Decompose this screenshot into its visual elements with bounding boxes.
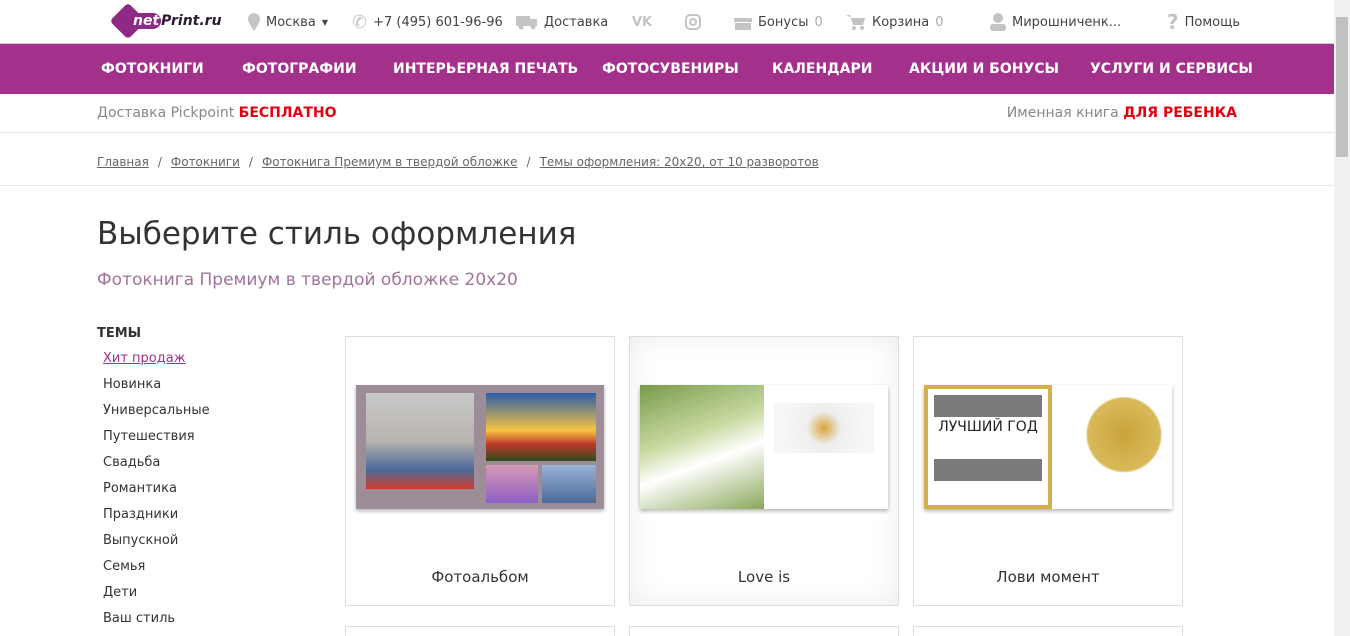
scrollbar[interactable]	[1334, 0, 1350, 636]
breadcrumb-themes[interactable]: Темы оформления: 20х20, от 10 разворотов	[540, 155, 819, 169]
scrollbar-thumb[interactable]	[1336, 17, 1348, 157]
theme-item[interactable]: Дети	[103, 584, 210, 610]
theme-item[interactable]: Универсальные	[103, 402, 210, 428]
theme-item[interactable]: Ваш стиль	[103, 610, 210, 628]
promo-delivery[interactable]: Доставка Pickpoint БЕСПЛАТНО	[97, 105, 337, 121]
logo[interactable]: net Print.ru	[109, 2, 222, 40]
design-preview	[356, 385, 604, 509]
design-card[interactable]: Фотоальбом	[345, 336, 615, 606]
nav-promotions[interactable]: АКЦИИ И БОНУСЫ	[909, 61, 1059, 77]
theme-item[interactable]: Свадьба	[103, 454, 210, 480]
nav-interior-print[interactable]: ИНТЕРЬЕРНАЯ ПЕЧАТЬ	[393, 61, 578, 77]
nav-calendars[interactable]: КАЛЕНДАРИ	[772, 61, 872, 77]
theme-item[interactable]: Романтика	[103, 480, 210, 506]
nav-photos[interactable]: ФОТОГРАФИИ	[242, 61, 357, 77]
design-card[interactable]	[345, 626, 615, 636]
theme-item[interactable]: Семья	[103, 558, 210, 584]
cart-link[interactable]: Корзина 0	[846, 0, 944, 44]
breadcrumb-photobooks[interactable]: Фотокниги	[171, 155, 240, 169]
nav-services[interactable]: УСЛУГИ И СЕРВИСЫ	[1090, 61, 1253, 77]
gift-icon	[734, 14, 752, 30]
instagram-icon[interactable]	[685, 0, 701, 44]
bonuses-link[interactable]: Бонусы 0	[734, 0, 823, 44]
design-name: Love is	[737, 568, 791, 586]
breadcrumb-premium[interactable]: Фотокнига Премиум в твердой обложке	[262, 155, 518, 169]
design-name: Лови момент	[996, 568, 1100, 586]
help-link[interactable]: ? Помощь	[1167, 0, 1240, 44]
location-pin-icon	[248, 13, 260, 31]
design-card[interactable]	[629, 626, 899, 636]
design-preview: ЛУЧШИЙ ГОД	[924, 385, 1172, 509]
design-card[interactable]: ЛУЧШИЙ ГОД Лови момент	[913, 336, 1183, 606]
themes-sidebar: ТЕМЫ Хит продаж Новинка Универсальные Путеш…	[97, 326, 210, 628]
city-selector[interactable]: Москва ▼	[248, 0, 328, 44]
cart-icon	[846, 14, 866, 30]
nav-photobooks[interactable]: ФОТОКНИГИ	[101, 61, 204, 77]
breadcrumb: Главная / Фотокниги / Фотокнига Премиум в …	[0, 133, 1334, 186]
design-card[interactable]: Love is	[629, 336, 899, 606]
user-menu[interactable]: Мирошниченк...	[990, 0, 1121, 44]
phone-link[interactable]: ✆ +7 (495) 601-96-96	[352, 0, 503, 44]
breadcrumb-home[interactable]: Главная	[97, 155, 149, 169]
nav-souvenirs[interactable]: ФОТОСУВЕНИРЫ	[602, 61, 739, 77]
phone-icon: ✆	[352, 11, 368, 33]
chevron-down-icon: ▼	[321, 17, 328, 27]
page-subtitle: Фотокнига Премиум в твердой обложке 20х2…	[97, 270, 518, 290]
design-preview	[640, 385, 888, 509]
user-icon	[990, 13, 1006, 31]
theme-item[interactable]: Новинка	[103, 376, 210, 402]
question-icon: ?	[1167, 10, 1179, 34]
main-nav: ФОТОКНИГИ ФОТОГРАФИИ ИНТЕРЬЕРНАЯ ПЕЧАТЬ …	[0, 44, 1334, 94]
theme-item[interactable]: Хит продаж	[103, 350, 210, 376]
page-title: Выберите стиль оформления	[97, 216, 577, 252]
themes-heading: ТЕМЫ	[97, 326, 142, 341]
design-card[interactable]	[913, 626, 1183, 636]
truck-icon	[516, 14, 538, 30]
design-name: Фотоальбом	[431, 568, 529, 586]
theme-item[interactable]: Праздники	[103, 506, 210, 532]
theme-item[interactable]: Выпускной	[103, 532, 210, 558]
promo-bar: Доставка Pickpoint БЕСПЛАТНО Именная кни…	[0, 94, 1334, 133]
vk-icon[interactable]: VK	[632, 0, 652, 44]
top-bar: net Print.ru Москва ▼ ✆ +7 (495) 601-96-96 …	[0, 0, 1334, 44]
theme-item[interactable]: Путешествия	[103, 428, 210, 454]
promo-named-book[interactable]: Именная книга ДЛЯ РЕБЕНКА	[1007, 105, 1237, 121]
delivery-link[interactable]: Доставка	[516, 0, 608, 44]
